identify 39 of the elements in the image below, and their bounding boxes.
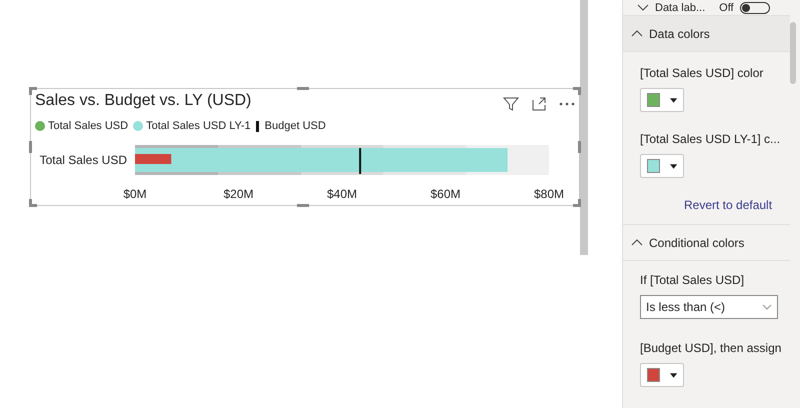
expand-icon[interactable] [531, 96, 547, 112]
budget-line [359, 148, 362, 174]
filter-icon[interactable] [503, 96, 519, 112]
chevron-down-icon[interactable] [637, 4, 649, 11]
axis-tick-label: $60M [430, 186, 461, 200]
revert-link[interactable]: Revert to default [684, 196, 772, 214]
category-label: Total Sales USD [40, 152, 127, 166]
caret-icon [670, 164, 677, 168]
axis-tick-label: $80M [534, 186, 564, 200]
legend-label: Budget USD [264, 119, 326, 134]
scrollbar-thumb[interactable] [580, 0, 588, 255]
operator-dropdown[interactable]: Is less than (<) [640, 295, 778, 319]
legend-label: Total Sales USD [48, 119, 128, 134]
chevron-down-icon [762, 304, 772, 310]
chevron-up-icon[interactable] [631, 239, 643, 246]
section-header[interactable]: Data colors [623, 16, 790, 52]
color-picker[interactable] [640, 154, 684, 178]
section-header[interactable]: Conditional colors [623, 225, 790, 261]
color-label: [Total Sales USD LY-1] c... [640, 131, 782, 148]
axis-tick-label: $20M [223, 186, 254, 200]
color-label: [Total Sales USD] color [640, 65, 764, 82]
sales-bar [135, 154, 172, 164]
color-picker[interactable] [640, 88, 684, 112]
more-options-icon[interactable] [559, 102, 575, 106]
axis-tick-label: $0M [123, 186, 147, 200]
caret-icon [670, 372, 677, 378]
toggle-label: Off [719, 2, 734, 14]
chevron-up-icon[interactable] [631, 30, 643, 37]
toggle-switch[interactable] [740, 2, 770, 14]
legend-label: Total Sales USD LY-1 [146, 119, 251, 134]
section-label: Data lab... [655, 2, 706, 14]
chart-visual[interactable]: Sales vs. Budget vs. LY (USD) Total Sales USD Total Sales USD LY-1 Budget USD Total Sales USD $0M $20M $40M $60M $80M [30, 88, 580, 206]
color-picker[interactable] [640, 363, 684, 387]
caret-icon [670, 98, 677, 102]
condition-label: If [Total Sales USD] [640, 272, 746, 289]
scrollbar-thumb[interactable] [790, 22, 796, 84]
assign-label: [Budget USD], then assign [640, 340, 782, 357]
axis-tick-label: $40M [326, 186, 358, 200]
chart-title: Sales vs. Budget vs. LY (USD) [35, 91, 252, 111]
